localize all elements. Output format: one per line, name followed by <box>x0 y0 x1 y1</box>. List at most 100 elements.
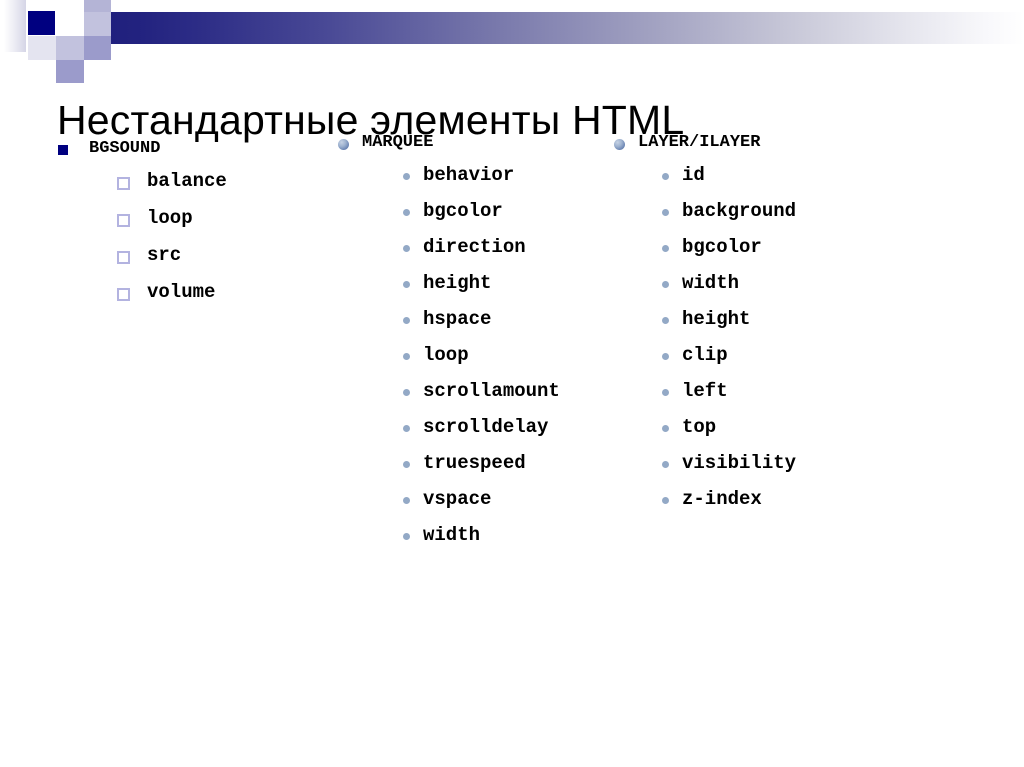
attribute-list-layer-ilayer: id background bgcolor width height clip <box>662 164 914 511</box>
list-item: clip <box>662 344 914 367</box>
dot-bullet-icon <box>662 353 669 360</box>
column-layer-ilayer: LAYER/ILAYER id background bgcolor width… <box>614 132 914 524</box>
column-marquee: MARQUEE behavior bgcolor direction heigh… <box>338 132 618 560</box>
attribute-label: truespeed <box>423 452 526 474</box>
dot-bullet-icon <box>403 281 410 288</box>
group-header-marquee: MARQUEE <box>338 132 618 154</box>
group-header-label: LAYER/ILAYER <box>638 133 761 152</box>
list-item: hspace <box>403 308 618 331</box>
list-item: scrollamount <box>403 380 618 403</box>
dot-bullet-icon <box>403 461 410 468</box>
attribute-label: top <box>682 416 717 438</box>
attribute-label: clip <box>682 344 728 366</box>
sphere-bullet-icon <box>614 139 625 150</box>
dot-bullet-icon <box>403 533 410 540</box>
attribute-label: left <box>682 380 728 402</box>
mosaic-square <box>28 11 55 35</box>
dot-bullet-icon <box>662 389 669 396</box>
attribute-label: bgcolor <box>682 236 762 258</box>
attribute-label: hspace <box>423 308 492 330</box>
attribute-label: scrolldelay <box>423 416 549 438</box>
group-header-layer-ilayer: LAYER/ILAYER <box>614 132 914 154</box>
attribute-label: loop <box>147 207 193 229</box>
dot-bullet-icon <box>403 425 410 432</box>
dot-bullet-icon <box>662 461 669 468</box>
mosaic-square <box>56 12 84 36</box>
dot-bullet-icon <box>662 281 669 288</box>
dot-bullet-icon <box>403 353 410 360</box>
attribute-label: width <box>682 272 740 294</box>
attribute-label: z-index <box>682 488 762 510</box>
mosaic-square <box>84 0 111 12</box>
dot-bullet-icon <box>403 317 410 324</box>
list-item: loop <box>117 207 328 230</box>
attribute-label: behavior <box>423 164 515 186</box>
list-item: width <box>662 272 914 295</box>
slide-header-decoration <box>0 0 1024 83</box>
mosaic-square <box>84 36 111 60</box>
list-item: id <box>662 164 914 187</box>
dot-bullet-icon <box>403 497 410 504</box>
dot-bullet-icon <box>403 389 410 396</box>
dot-bullet-icon <box>403 245 410 252</box>
attribute-label: loop <box>423 344 469 366</box>
dot-bullet-icon <box>403 209 410 216</box>
attribute-label: id <box>682 164 705 186</box>
list-item: bgcolor <box>662 236 914 259</box>
hollow-square-bullet-icon <box>117 251 130 264</box>
mosaic-square <box>28 36 56 60</box>
header-gradient-bar <box>60 12 1024 44</box>
mosaic-square <box>56 36 84 60</box>
attribute-list-marquee: behavior bgcolor direction height hspace… <box>403 164 618 547</box>
dot-bullet-icon <box>662 425 669 432</box>
list-item: direction <box>403 236 618 259</box>
list-item: width <box>403 524 618 547</box>
list-item: behavior <box>403 164 618 187</box>
header-left-fade <box>4 0 26 52</box>
dot-bullet-icon <box>662 173 669 180</box>
list-item: z-index <box>662 488 914 511</box>
list-item: scrolldelay <box>403 416 618 439</box>
group-header-bgsound: BGSOUND <box>58 138 328 160</box>
dot-bullet-icon <box>662 317 669 324</box>
group-header-label: BGSOUND <box>89 139 161 158</box>
dot-bullet-icon <box>662 209 669 216</box>
mosaic-square <box>84 12 111 36</box>
attribute-label: vspace <box>423 488 492 510</box>
list-item: truespeed <box>403 452 618 475</box>
list-item: volume <box>117 281 328 304</box>
group-header-label: MARQUEE <box>362 133 434 152</box>
list-item: background <box>662 200 914 223</box>
attribute-label: height <box>423 272 492 294</box>
list-item: vspace <box>403 488 618 511</box>
attribute-label: direction <box>423 236 526 258</box>
list-item: height <box>403 272 618 295</box>
attribute-label: balance <box>147 170 227 192</box>
attribute-list-bgsound: balance loop src volume <box>117 170 328 304</box>
column-bgsound: BGSOUND balance loop src volume <box>58 138 328 318</box>
mosaic-square <box>56 60 84 83</box>
attribute-label: src <box>147 244 182 266</box>
list-item: left <box>662 380 914 403</box>
dot-bullet-icon <box>403 173 410 180</box>
attribute-label: width <box>423 524 481 546</box>
list-item: visibility <box>662 452 914 475</box>
attribute-label: bgcolor <box>423 200 503 222</box>
list-item: height <box>662 308 914 331</box>
hollow-square-bullet-icon <box>117 177 130 190</box>
list-item: top <box>662 416 914 439</box>
hollow-square-bullet-icon <box>117 214 130 227</box>
filled-square-bullet-icon <box>58 145 68 155</box>
sphere-bullet-icon <box>338 139 349 150</box>
list-item: loop <box>403 344 618 367</box>
attribute-label: visibility <box>682 452 797 474</box>
attribute-label: volume <box>147 281 216 303</box>
attribute-label: scrollamount <box>423 380 560 402</box>
hollow-square-bullet-icon <box>117 288 130 301</box>
attribute-label: height <box>682 308 751 330</box>
list-item: src <box>117 244 328 267</box>
dot-bullet-icon <box>662 245 669 252</box>
list-item: balance <box>117 170 328 193</box>
list-item: bgcolor <box>403 200 618 223</box>
attribute-label: background <box>682 200 797 222</box>
